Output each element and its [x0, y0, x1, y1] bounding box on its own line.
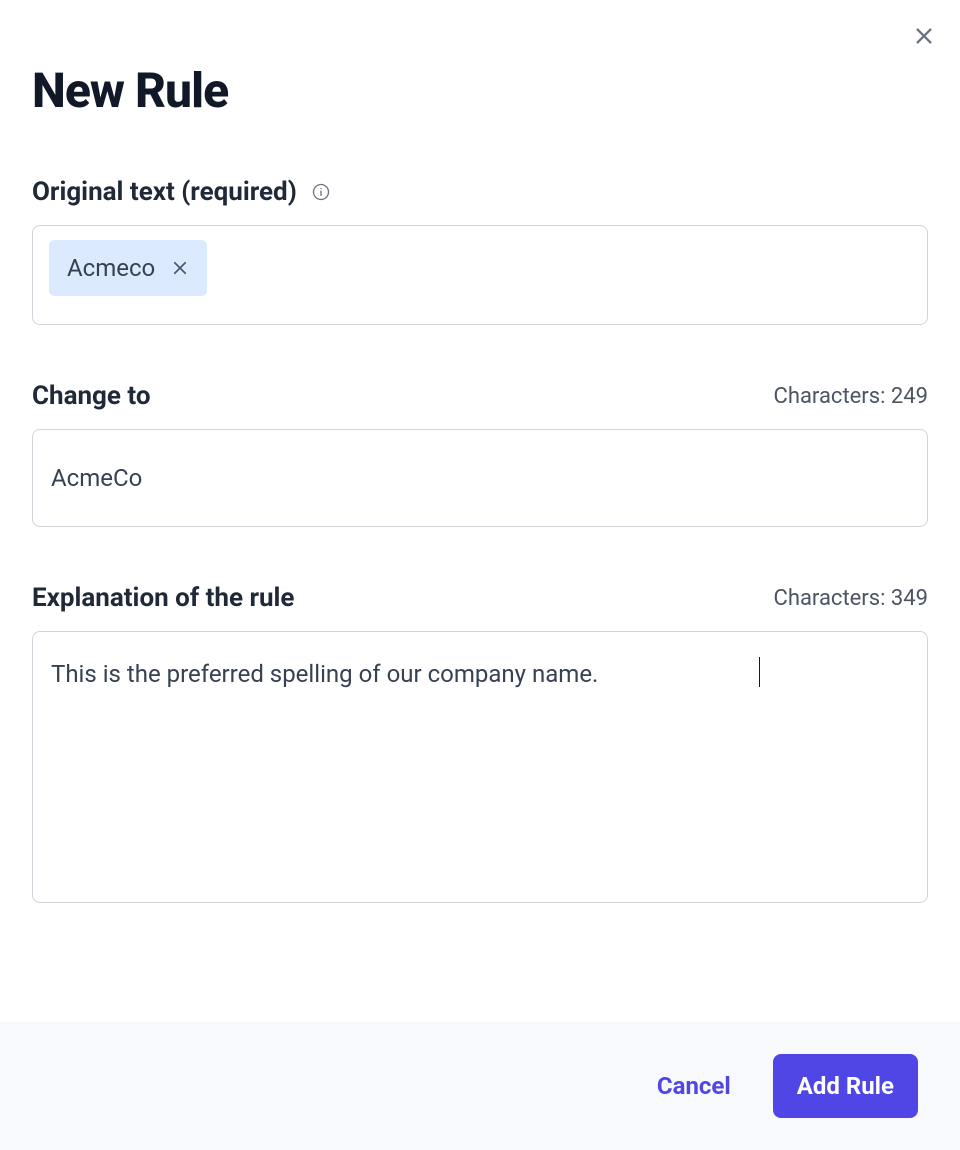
explanation-label: Explanation of the rule	[32, 583, 294, 613]
close-icon	[913, 25, 935, 47]
explanation-textarea-wrapper	[32, 631, 928, 907]
info-icon[interactable]	[311, 182, 331, 202]
original-text-input[interactable]: Acmeco	[32, 225, 928, 325]
add-rule-button[interactable]: Add Rule	[773, 1054, 918, 1118]
close-icon	[171, 259, 189, 277]
new-rule-dialog: New Rule Original text (required)	[0, 0, 960, 1150]
label-text: Explanation of the rule	[32, 583, 294, 613]
dialog-footer: Cancel Add Rule	[0, 1022, 960, 1150]
tag-remove-button[interactable]	[171, 259, 189, 277]
field-header: Explanation of the rule Characters: 349	[32, 583, 928, 613]
tag-text: Acmeco	[67, 254, 155, 282]
field-header: Original text (required)	[32, 177, 928, 207]
change-to-input[interactable]	[32, 429, 928, 527]
label-text: Change to	[32, 381, 151, 411]
change-to-label: Change to	[32, 381, 151, 411]
change-to-field-group: Change to Characters: 249	[32, 381, 928, 527]
label-text: Original text (required)	[32, 177, 297, 207]
original-text-label: Original text (required)	[32, 177, 331, 207]
explanation-char-count: Characters: 349	[774, 586, 928, 611]
original-text-field-group: Original text (required) Acmeco	[32, 177, 928, 325]
change-to-char-count: Characters: 249	[774, 384, 928, 409]
field-header: Change to Characters: 249	[32, 381, 928, 411]
dialog-title: New Rule	[32, 62, 928, 119]
explanation-textarea[interactable]	[32, 631, 928, 903]
text-cursor	[759, 657, 760, 687]
dialog-body: New Rule Original text (required)	[0, 0, 960, 1022]
tag-chip: Acmeco	[49, 240, 207, 296]
explanation-field-group: Explanation of the rule Characters: 349	[32, 583, 928, 907]
cancel-button[interactable]: Cancel	[633, 1054, 755, 1118]
close-button[interactable]	[910, 22, 938, 50]
